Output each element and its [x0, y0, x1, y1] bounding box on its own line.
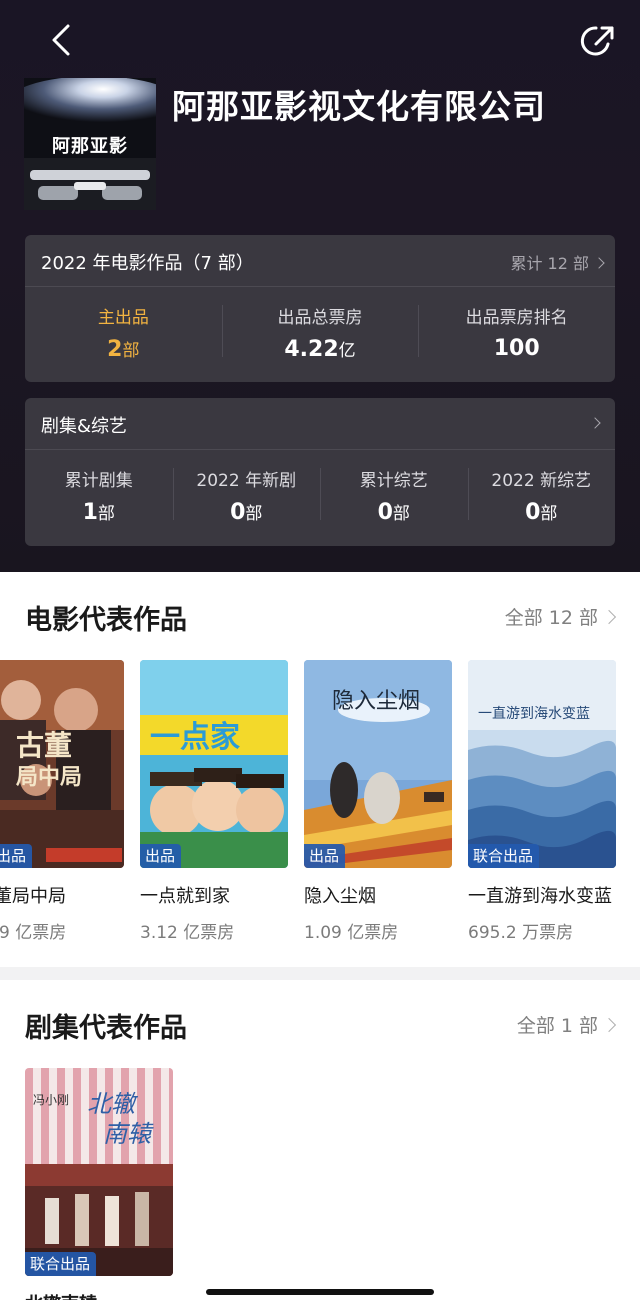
movie-box-office: 1.09 亿票房 [304, 923, 399, 940]
movie-title: 一点就到家 [140, 886, 230, 907]
movie-card[interactable]: 一直游到海水变蓝 联合出品 一直游到海水变蓝 695.2 万票房 [468, 660, 616, 940]
production-badge: 联合出品 [25, 1252, 97, 1276]
movie-poster[interactable]: 一直游到海水变蓝 联合出品 [468, 660, 616, 868]
movie-title: 隐入尘烟 [304, 886, 376, 907]
stat-total-series[interactable]: 累计剧集 1部 [25, 450, 173, 545]
stat-value: 4.22亿 [284, 337, 356, 362]
svg-text:一直游到海水变蓝: 一直游到海水变蓝 [478, 705, 590, 722]
movie-poster[interactable]: 隐入尘烟 出品 [304, 660, 452, 868]
stat-label: 出品票房排名 [465, 308, 568, 328]
movie-poster[interactable]: 一点家 出品 [140, 660, 288, 868]
series-stats: 累计剧集 1部 2022 年新剧 0部 累计综艺 0部 2022 新综艺 0部 [25, 450, 615, 545]
production-badge: 出品 [304, 844, 346, 868]
stat-label: 累计综艺 [359, 471, 428, 491]
company-header: 阿那亚影 阿那亚影视文化有限公司 2022 年电影作品（7 部） 累计 12 部… [0, 0, 640, 572]
stat-box-office-rank[interactable]: 出品票房排名 100 [418, 287, 615, 382]
stat-total-box-office[interactable]: 出品总票房 4.22亿 [221, 287, 419, 382]
series-poster[interactable]: 北辙 南辕 冯小刚 联合出品 [25, 1068, 173, 1276]
share-button[interactable] [578, 20, 620, 62]
section-title: 电影代表作品 [25, 605, 187, 636]
stat-value: 2部 [107, 337, 140, 362]
all-series-label: 全部 1 部 [516, 1015, 598, 1037]
all-movies-link[interactable]: 全部 12 部 [504, 603, 617, 630]
logo-text: 阿那亚影 [52, 136, 128, 157]
movie-card[interactable]: 一点家 出品 一点就到家 3.12 亿票房 [140, 660, 288, 940]
stat-value: 1部 [82, 500, 115, 525]
company-logo: 阿那亚影 [24, 78, 156, 210]
card-header: 2022 年电影作品（7 部） 累计 12 部 [25, 235, 615, 287]
stat-label: 主出品 [97, 308, 149, 328]
stat-label: 出品总票房 [277, 308, 363, 328]
stat-value: 0部 [230, 500, 263, 525]
movie-works-card[interactable]: 2022 年电影作品（7 部） 累计 12 部 主出品 2部 出品总票房 4.2… [25, 235, 615, 382]
home-indicator [206, 1289, 434, 1295]
back-button[interactable] [44, 18, 84, 62]
all-movies-label: 全部 12 部 [504, 607, 598, 629]
stat-total-variety[interactable]: 累计综艺 0部 [320, 450, 468, 545]
series-card[interactable]: 北辙 南辕 冯小刚 联合出品 北辙南辕 [25, 1068, 173, 1300]
total-movies-link[interactable]: 累计 12 部 [510, 250, 605, 274]
stat-label: 2022 年新剧 [196, 471, 297, 491]
section-title: 剧集代表作品 [25, 1013, 187, 1044]
chevron-left-icon [52, 24, 70, 56]
movie-box-office: 3.12 亿票房 [140, 923, 235, 940]
movie-works-section: 电影代表作品 全部 12 部 古董 局中局 主出 [0, 572, 640, 967]
chevron-right-icon [601, 1017, 617, 1033]
movie-poster[interactable]: 古董 局中局 主出品 [0, 660, 124, 868]
movie-box-office: 695.2 万票房 [468, 923, 574, 940]
movie-card[interactable]: 隐入尘烟 出品 隐入尘烟 1.09 亿票房 [304, 660, 452, 940]
stat-main-production[interactable]: 主出品 2部 [25, 287, 222, 382]
movie-stats: 主出品 2部 出品总票房 4.22亿 出品票房排名 100 [25, 287, 615, 382]
movie-title: 古董局中局 [0, 886, 66, 907]
svg-text:隐入尘烟: 隐入尘烟 [332, 689, 420, 714]
all-series-link[interactable]: 全部 1 部 [516, 1011, 617, 1038]
chevron-right-icon [601, 609, 617, 625]
svg-text:南辕: 南辕 [103, 1120, 154, 1148]
chevron-right-icon[interactable] [589, 417, 601, 429]
movie-title: 一直游到海水变蓝 [468, 886, 612, 907]
stat-value: 100 [493, 336, 540, 361]
svg-text:冯小刚: 冯小刚 [33, 1093, 69, 1107]
stat-value: 0部 [525, 500, 558, 525]
svg-text:一点家: 一点家 [150, 720, 240, 755]
card-title: 剧集&综艺 [41, 416, 128, 437]
share-icon [580, 26, 614, 56]
movie-card[interactable]: 古董 局中局 主出品 古董局中局 5.29 亿票房 [0, 660, 124, 940]
series-variety-card[interactable]: 剧集&综艺 累计剧集 1部 2022 年新剧 0部 累计综艺 0部 2022 新… [25, 398, 615, 546]
svg-text:北辙: 北辙 [87, 1090, 139, 1118]
series-title: 北辙南辕 [25, 1290, 173, 1300]
chevron-right-icon [593, 257, 605, 269]
company-name: 阿那亚影视文化有限公司 [172, 87, 546, 126]
production-badge: 主出品 [0, 844, 33, 868]
stat-label: 累计剧集 [64, 471, 133, 491]
series-works-section: 剧集代表作品 全部 1 部 北辙 南辕 冯小刚 联合出品 [0, 980, 640, 1300]
stat-new-series[interactable]: 2022 年新剧 0部 [172, 450, 321, 545]
stat-new-variety[interactable]: 2022 新综艺 0部 [467, 450, 616, 545]
stat-value: 0部 [377, 500, 410, 525]
movie-box-office: 5.29 亿票房 [0, 923, 67, 940]
svg-text:局中局: 局中局 [16, 765, 82, 790]
total-movies-label: 累计 12 部 [510, 254, 589, 273]
svg-text:古董: 古董 [16, 729, 72, 762]
production-badge: 联合出品 [468, 844, 540, 868]
production-badge: 出品 [140, 844, 182, 868]
card-header: 剧集&综艺 [25, 398, 615, 450]
stat-label: 2022 新综艺 [491, 471, 592, 491]
movie-carousel[interactable]: 古董 局中局 主出品 古董局中局 5.29 亿票房 一点家 [0, 660, 640, 940]
card-title: 2022 年电影作品（7 部） [41, 253, 254, 274]
